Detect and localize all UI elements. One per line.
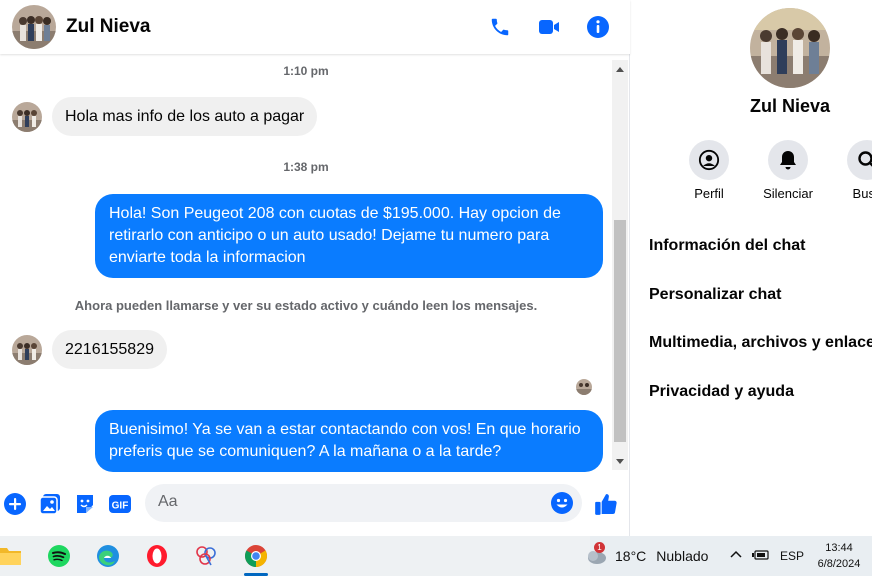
plus-icon[interactable]	[2, 491, 28, 517]
bell-icon[interactable]	[768, 140, 808, 180]
language-indicator[interactable]: ESP	[780, 549, 804, 563]
chat-header: Zul Nieva	[0, 0, 630, 54]
weather-condition: Nublado	[656, 548, 709, 564]
gif-label: GIF	[112, 501, 129, 512]
video-camera-icon[interactable]	[535, 13, 563, 41]
scroll-down-arrow[interactable]	[616, 459, 624, 464]
chat-panel: Zul Nieva 1:10 pm Hola mas info de los a…	[0, 0, 630, 536]
app-icon[interactable]	[190, 540, 222, 572]
profile-name: Zul Nieva	[749, 96, 831, 116]
photo-icon[interactable]	[37, 491, 63, 517]
action-label: Busc	[852, 186, 872, 201]
mute-action[interactable]: Silenciar	[748, 140, 828, 201]
contact-avatar[interactable]	[12, 5, 56, 49]
menu-privacy-support[interactable]: Privacidad y ayuda	[649, 383, 794, 401]
message-line: Hola! Son Peugeot 208 con cuotas de $195…	[109, 205, 561, 222]
seen-indicator-avatar	[576, 379, 592, 395]
conversation-info-panel: Zul Nieva Perfil Silenciar Busc Informac…	[631, 0, 872, 536]
action-label: Silenciar	[763, 186, 813, 201]
sticker-icon[interactable]	[72, 491, 98, 517]
menu-media-files-links[interactable]: Multimedia, archivos y enlaces	[649, 334, 872, 352]
message-bubble-incoming[interactable]: 2216155829	[52, 330, 167, 369]
sender-avatar[interactable]	[12, 334, 42, 365]
spotify-icon[interactable]	[43, 540, 75, 572]
message-row-incoming: 2216155829	[12, 330, 167, 369]
temperature: 18°C	[615, 548, 647, 564]
clock-time: 13:44	[825, 542, 853, 554]
like-icon[interactable]	[593, 491, 619, 517]
taskbar-apps-area	[0, 536, 590, 576]
gif-icon[interactable]: GIF	[107, 491, 133, 517]
message-list[interactable]: 1:10 pm Hola mas info de los auto a paga…	[0, 60, 612, 472]
search-icon[interactable]	[847, 140, 872, 180]
weather-widget[interactable]: 1 18°C Nublado	[584, 542, 709, 565]
info-icon[interactable]	[584, 13, 612, 41]
timestamp: 1:38 pm	[283, 160, 329, 174]
edge-icon[interactable]	[92, 540, 124, 572]
message-bubble-incoming[interactable]: Hola mas info de los auto a pagar	[52, 97, 318, 136]
battery-icon[interactable]	[752, 549, 770, 564]
chrome-icon[interactable]	[240, 540, 272, 572]
sender-avatar[interactable]	[12, 101, 42, 132]
message-line: preferis que se comuniquen? A la mañana …	[109, 443, 502, 460]
message-scrollbar[interactable]	[612, 60, 628, 470]
cloud-icon: 1	[584, 542, 608, 565]
search-action[interactable]: Busc	[827, 140, 872, 201]
message-input-box[interactable]	[145, 484, 582, 522]
weather-alert-badge: 1	[594, 542, 605, 553]
message-input[interactable]	[158, 493, 538, 511]
chevron-up-icon[interactable]	[729, 548, 743, 563]
menu-customize-chat[interactable]: Personalizar chat	[649, 286, 782, 304]
message-bubble-outgoing[interactable]: Buenisimo! Ya se van a estar contactando…	[95, 410, 603, 472]
opera-icon[interactable]	[141, 540, 173, 572]
clock-date: 6/8/2024	[817, 558, 861, 570]
file-explorer-icon[interactable]	[0, 540, 26, 572]
taskbar: 1 18°C Nublado ESP 13:44 6/8/2024	[0, 536, 872, 576]
message-composer: GIF	[0, 476, 630, 532]
emoji-icon[interactable]	[550, 491, 574, 515]
contact-name[interactable]: Zul Nieva	[66, 16, 150, 38]
action-label: Perfil	[694, 186, 724, 201]
system-clock[interactable]: 13:44 6/8/2024	[813, 540, 865, 572]
phone-icon[interactable]	[486, 13, 514, 41]
message-line: enviarte toda la informacion	[109, 249, 306, 266]
message-line: Buenisimo! Ya se van a estar contactando…	[109, 421, 581, 438]
message-bubble-outgoing[interactable]: Hola! Son Peugeot 208 con cuotas de $195…	[95, 194, 603, 278]
profile-action[interactable]: Perfil	[669, 140, 749, 201]
message-line: retirarlo con anticipo o un auto usado! …	[109, 227, 550, 244]
menu-chat-info[interactable]: Información del chat	[649, 237, 805, 255]
message-row-incoming: Hola mas info de los auto a pagar	[12, 97, 318, 136]
scroll-thumb[interactable]	[614, 220, 626, 442]
scroll-up-arrow[interactable]	[616, 67, 624, 72]
system-notice: Ahora pueden llamarse y ver su estado ac…	[74, 298, 538, 313]
timestamp: 1:10 pm	[283, 64, 329, 78]
header-actions	[486, 13, 612, 41]
profile-icon[interactable]	[689, 140, 729, 180]
profile-avatar[interactable]	[750, 8, 830, 88]
